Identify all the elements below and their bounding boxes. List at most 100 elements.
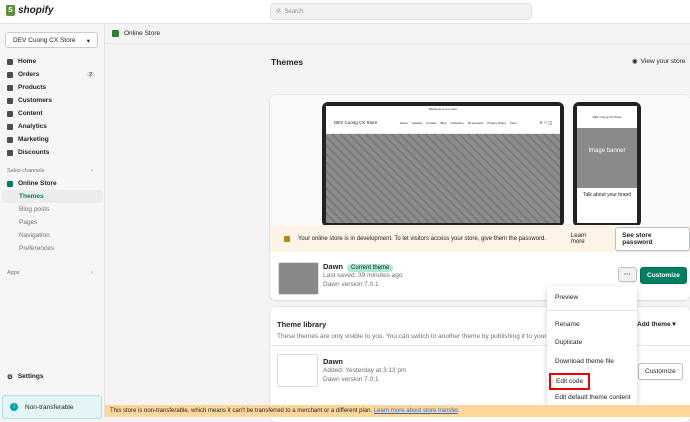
nav-label: Customers bbox=[18, 97, 52, 104]
nav-pages[interactable]: Pages bbox=[0, 216, 105, 229]
nav-navigation[interactable]: Navigation bbox=[0, 229, 105, 242]
breadcrumb: Online Store bbox=[105, 24, 690, 44]
theme-added: Added: Yesterday at 3:13 pm bbox=[323, 367, 407, 374]
preview-store-name: DEV Cuong CX Store bbox=[334, 120, 378, 125]
dev-banner-text: Your online store is in development. To … bbox=[297, 235, 547, 242]
search-input[interactable]: ⚲ Search bbox=[270, 3, 532, 20]
menu-edit-default-content[interactable]: Edit default theme content bbox=[555, 394, 631, 401]
nav-online-store[interactable]: Online Store bbox=[0, 177, 105, 190]
store-selector[interactable]: DEV Cuong CX Store ▾ bbox=[5, 32, 98, 48]
footer-text: This store is non-transferable, which me… bbox=[110, 408, 374, 414]
add-theme-button[interactable]: Add theme ▾ bbox=[637, 320, 676, 328]
nav-customers[interactable]: Customers bbox=[0, 94, 105, 107]
nav-marketing[interactable]: Marketing bbox=[0, 133, 105, 146]
nav-analytics[interactable]: Analytics bbox=[0, 120, 105, 133]
theme-version: Dawn version 7.0.1 bbox=[323, 281, 379, 288]
customize-button[interactable]: Customize bbox=[640, 267, 687, 284]
hero-image bbox=[326, 134, 560, 223]
nav-products[interactable]: Products bbox=[0, 81, 105, 94]
nav-blog-posts[interactable]: Blog posts bbox=[0, 203, 105, 216]
preview-nav: Contact bbox=[426, 120, 437, 125]
menu-rename[interactable]: Rename bbox=[555, 321, 580, 328]
preview-nav: Collection bbox=[450, 120, 464, 125]
view-store-label: View your store bbox=[640, 57, 686, 65]
discounts-icon bbox=[7, 149, 13, 156]
store-transfer-link[interactable]: Learn more about store transfer bbox=[374, 408, 458, 414]
nav-label: Products bbox=[18, 84, 47, 91]
theme-name: Dawn bbox=[323, 357, 344, 366]
non-transferable-notice[interactable]: i Non-transferable bbox=[2, 395, 102, 419]
dev-banner: Your online store is in development. To … bbox=[270, 225, 690, 252]
theme-actions-menu: Preview Rename Duplicate Download theme … bbox=[547, 286, 637, 408]
eye-icon: ◉ bbox=[632, 58, 638, 65]
talk-heading: Talk about your brand bbox=[582, 192, 632, 198]
menu-preview[interactable]: Preview bbox=[555, 294, 578, 301]
preview-nav: Form bbox=[510, 120, 517, 125]
breadcrumb-label[interactable]: Online Store bbox=[124, 30, 160, 37]
mobile-preview: DEV Cuong CX Store Image banner Talk abo… bbox=[573, 102, 641, 227]
theme-version: Dawn version 7.0.1 bbox=[323, 376, 379, 383]
customers-icon bbox=[7, 97, 13, 104]
apps-header[interactable]: Apps › bbox=[0, 267, 105, 279]
logo-text: shopify bbox=[18, 5, 54, 16]
analytics-icon bbox=[7, 123, 13, 130]
info-icon: i bbox=[10, 403, 18, 411]
nav-home[interactable]: Home bbox=[0, 55, 105, 68]
nav-label: Analytics bbox=[18, 123, 47, 130]
library-customize-button[interactable]: Customize bbox=[638, 363, 683, 380]
preview-nav: Privacy Policy bbox=[487, 120, 506, 125]
library-title: Theme library bbox=[277, 320, 327, 329]
current-theme-thumbnail bbox=[278, 262, 319, 295]
nav-discounts[interactable]: Discounts bbox=[0, 146, 105, 159]
preview-nav: Catalog bbox=[411, 120, 423, 125]
menu-edit-code[interactable]: Edit code bbox=[549, 373, 591, 390]
header-icons: ⚲ ⚇ ◫ bbox=[539, 120, 552, 125]
nav-label: Settings bbox=[17, 373, 44, 380]
nav-label: Orders bbox=[18, 71, 40, 78]
nav-themes[interactable]: Themes bbox=[2, 190, 103, 203]
preview-store-name: DEV Cuong CX Store bbox=[592, 115, 622, 119]
search-icon: ⚲ bbox=[276, 9, 281, 15]
learn-more-link[interactable]: Learn more bbox=[571, 233, 601, 245]
see-store-password-button[interactable]: See store password bbox=[615, 226, 690, 251]
chevron-right-icon: › bbox=[91, 270, 93, 276]
non-transferable-banner: This store is non-transferable, which me… bbox=[105, 405, 690, 417]
nav-content[interactable]: Content bbox=[0, 107, 105, 120]
content-icon bbox=[7, 110, 13, 117]
menu-download-theme-file[interactable]: Download theme file bbox=[555, 358, 614, 365]
nav-label: Home bbox=[18, 58, 37, 65]
nav-label: Discounts bbox=[18, 149, 50, 156]
theme-name: Dawn bbox=[323, 262, 344, 271]
nav-preferences[interactable]: Preferences bbox=[0, 242, 105, 255]
nav-label: Content bbox=[18, 110, 43, 117]
nav-orders[interactable]: Orders 2 bbox=[0, 68, 105, 81]
nav-label: Online Store bbox=[18, 180, 57, 187]
lock-icon bbox=[284, 235, 290, 242]
library-theme-thumbnail bbox=[277, 354, 318, 387]
add-theme-label: Add theme bbox=[637, 321, 671, 328]
announcement: Welcome to our store bbox=[428, 107, 458, 111]
nav-settings[interactable]: ⚙ Settings bbox=[0, 370, 105, 383]
top-bar: Sshopify ⚲ Search bbox=[0, 0, 690, 24]
desktop-preview: Welcome to our store DEV Cuong CX Store … bbox=[322, 102, 564, 227]
preview-nav: Home bbox=[399, 120, 408, 125]
menu-duplicate[interactable]: Duplicate bbox=[555, 339, 582, 346]
caret-down-icon: ▾ bbox=[86, 38, 90, 45]
shopify-logo[interactable]: Sshopify bbox=[6, 5, 54, 16]
theme-preview: Welcome to our store DEV Cuong CX Store … bbox=[270, 95, 690, 227]
section-label: Sales channels bbox=[7, 168, 45, 174]
current-theme-card: Welcome to our store DEV Cuong CX Store … bbox=[270, 95, 690, 300]
more-actions-button[interactable]: ··· bbox=[618, 267, 637, 282]
online-store-icon bbox=[112, 30, 119, 37]
image-banner: Image banner bbox=[577, 128, 637, 188]
notice-label: Non-transferable bbox=[25, 403, 74, 411]
nav-label: Marketing bbox=[18, 136, 49, 143]
sales-channels-header[interactable]: Sales channels › bbox=[0, 165, 105, 177]
preview-nav: Blog bbox=[440, 120, 447, 125]
banner-heading: Image banner bbox=[588, 148, 626, 154]
last-saved: Last saved: 39 minutes ago bbox=[323, 272, 403, 279]
products-icon bbox=[7, 84, 13, 91]
view-store-link[interactable]: ◉ View your store bbox=[632, 57, 686, 66]
orders-icon bbox=[7, 71, 13, 78]
preview-nav: All products bbox=[467, 120, 484, 125]
